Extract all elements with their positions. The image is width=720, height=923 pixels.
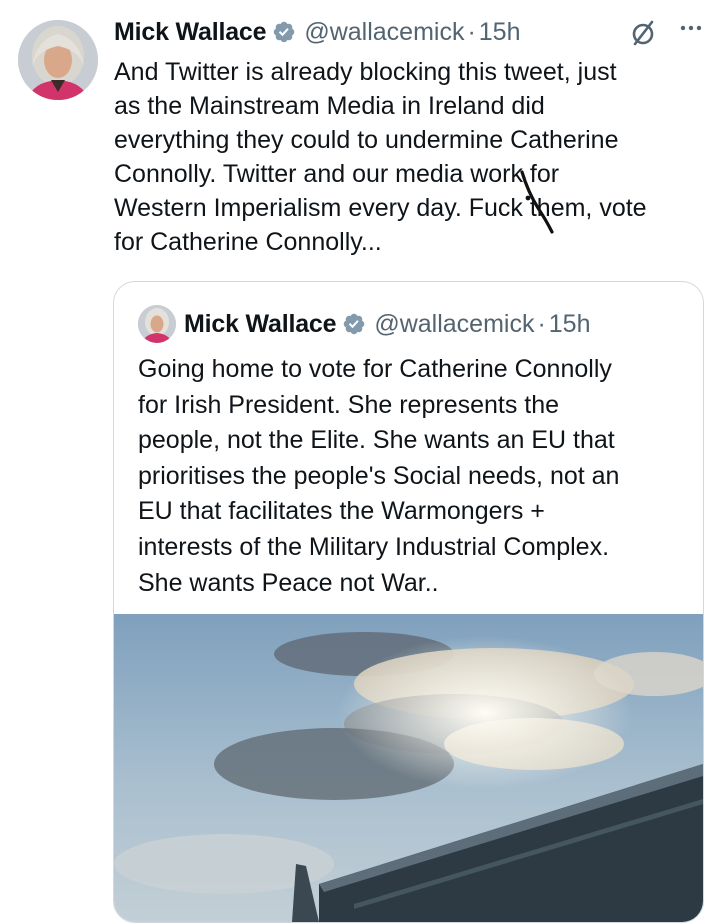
avatar-photo: [18, 20, 98, 100]
tweet-timestamp[interactable]: 15h: [479, 18, 521, 47]
quoted-tweet-timestamp: 15h: [548, 309, 591, 338]
verified-badge-icon: [274, 21, 295, 43]
verified-badge-icon: [344, 313, 365, 335]
quoted-tweet-card[interactable]: Mick Wallace @wallacemick · 15h Going ho…: [113, 281, 704, 923]
quoted-tweet-header: Mick Wallace @wallacemick · 15h: [138, 304, 691, 344]
author-handle[interactable]: @wallacemick: [304, 18, 464, 47]
tweet-header: Mick Wallace @wallacemick · 15h: [114, 14, 706, 50]
more-options-icon[interactable]: [676, 14, 706, 48]
quoted-tweet-text: Going home to vote for Catherine Connoll…: [138, 355, 620, 597]
separator-dot: ·: [537, 309, 546, 338]
quoted-author-handle: @wallacemick: [374, 309, 535, 338]
author-avatar[interactable]: [18, 20, 98, 100]
tweet-text: And Twitter is already blocking this twe…: [114, 58, 647, 256]
quoted-author-name: Mick Wallace: [184, 309, 337, 338]
quoted-tweet-photo[interactable]: [114, 614, 703, 922]
grok-icon[interactable]: [628, 18, 658, 48]
author-name[interactable]: Mick Wallace: [114, 18, 267, 47]
separator-dot: ·: [467, 17, 476, 46]
quoted-author-avatar: [138, 305, 176, 343]
